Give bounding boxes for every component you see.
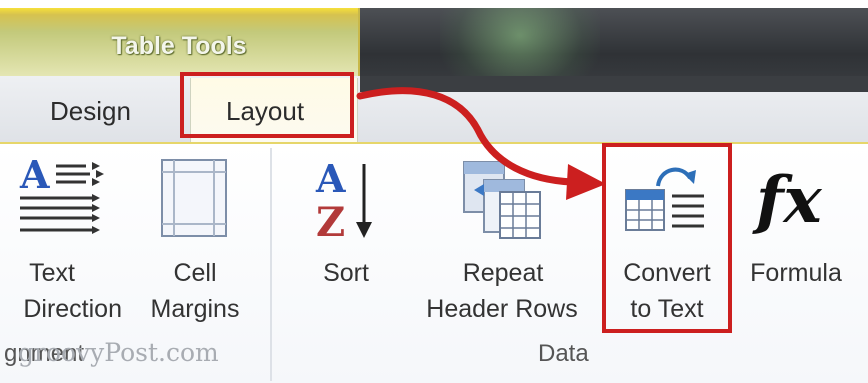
- svg-text:A: A: [19, 152, 50, 197]
- watermark: groovyPost.com: [18, 338, 219, 367]
- tab-strip-dark-top: [360, 76, 868, 92]
- data-group-label: Data: [538, 340, 589, 367]
- text-direction-label-line1: Text: [29, 259, 75, 287]
- fx-icon: fx: [752, 163, 823, 238]
- formula-label: Formula: [750, 259, 842, 287]
- table-tools-label: Table Tools: [111, 32, 247, 60]
- svg-text:fx: fx: [752, 163, 823, 238]
- layout-highlight-box: [180, 72, 354, 138]
- sort-az-icon: A Z: [315, 156, 372, 246]
- cell-margins-icon: [161, 159, 227, 237]
- group-separator: [270, 148, 272, 381]
- cell-margins-label-line2: Margins: [150, 295, 240, 323]
- tab-design[interactable]: Design: [50, 96, 131, 127]
- table-tools-header: Table Tools: [0, 8, 360, 76]
- repeat-header-rows-label-line2: Header Rows: [426, 295, 578, 323]
- repeat-header-rows-icon: [463, 161, 541, 239]
- convert-to-text-highlight-box: [602, 143, 732, 333]
- svg-text:Z: Z: [316, 199, 345, 246]
- sort-label: Sort: [323, 259, 369, 287]
- repeat-header-rows-label-line1: Repeat: [462, 259, 544, 287]
- top-edge: [0, 0, 868, 8]
- text-direction-icon: A: [19, 152, 104, 234]
- text-direction-label-line2: Direction: [23, 295, 122, 323]
- svg-text:A: A: [315, 156, 346, 201]
- cell-margins-label-line1: Cell: [173, 259, 217, 287]
